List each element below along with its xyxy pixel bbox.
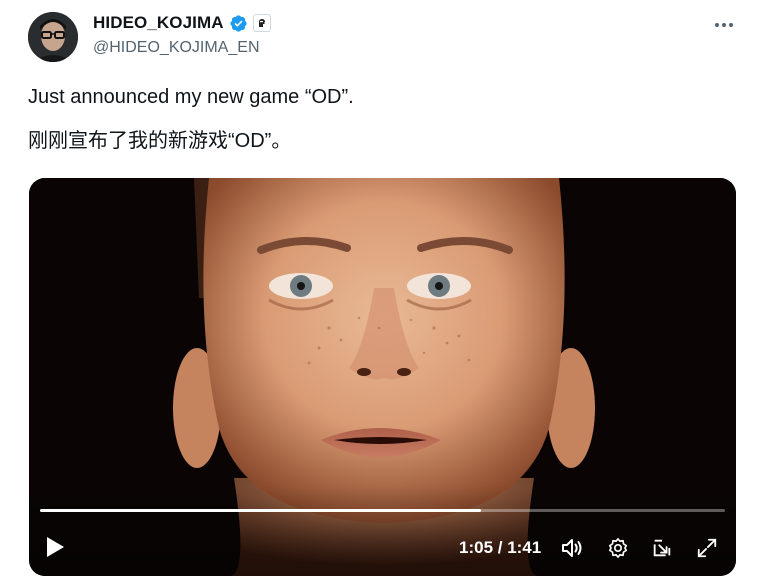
author-display-name[interactable]: HIDEO_KOJIMA xyxy=(93,13,224,33)
more-dots-icon xyxy=(715,23,733,27)
video-progress-fill xyxy=(40,509,482,512)
tweet-text-english: Just announced my new game “OD”. xyxy=(28,86,354,108)
video-progress-bar[interactable] xyxy=(40,509,725,512)
more-options-button[interactable] xyxy=(712,14,736,36)
fullscreen-button[interactable] xyxy=(694,535,720,561)
affiliate-badge-icon[interactable] xyxy=(252,14,271,32)
pop-out-button[interactable] xyxy=(649,535,675,561)
settings-button[interactable] xyxy=(605,535,631,561)
video-time-display: 1:05 / 1:41 xyxy=(459,538,542,557)
author-handle[interactable]: @HIDEO_KOJIMA_EN xyxy=(93,39,260,57)
volume-button[interactable] xyxy=(559,535,585,561)
author-name-row: HIDEO_KOJIMA xyxy=(93,13,271,33)
fullscreen-icon xyxy=(697,538,717,558)
avatar[interactable] xyxy=(28,12,78,62)
video-player[interactable]: 1:05 / 1:41 xyxy=(29,178,736,576)
pop-out-icon xyxy=(653,539,671,557)
play-button[interactable] xyxy=(43,535,67,559)
settings-icon xyxy=(608,538,628,558)
verified-badge-icon[interactable] xyxy=(229,14,248,33)
play-icon xyxy=(47,537,64,557)
avatar-image xyxy=(28,12,78,62)
volume-icon xyxy=(562,539,582,557)
video-controls-overlay xyxy=(29,486,736,576)
tweet-text-chinese: 刚刚宣布了我的新游戏“OD”。 xyxy=(28,130,292,152)
